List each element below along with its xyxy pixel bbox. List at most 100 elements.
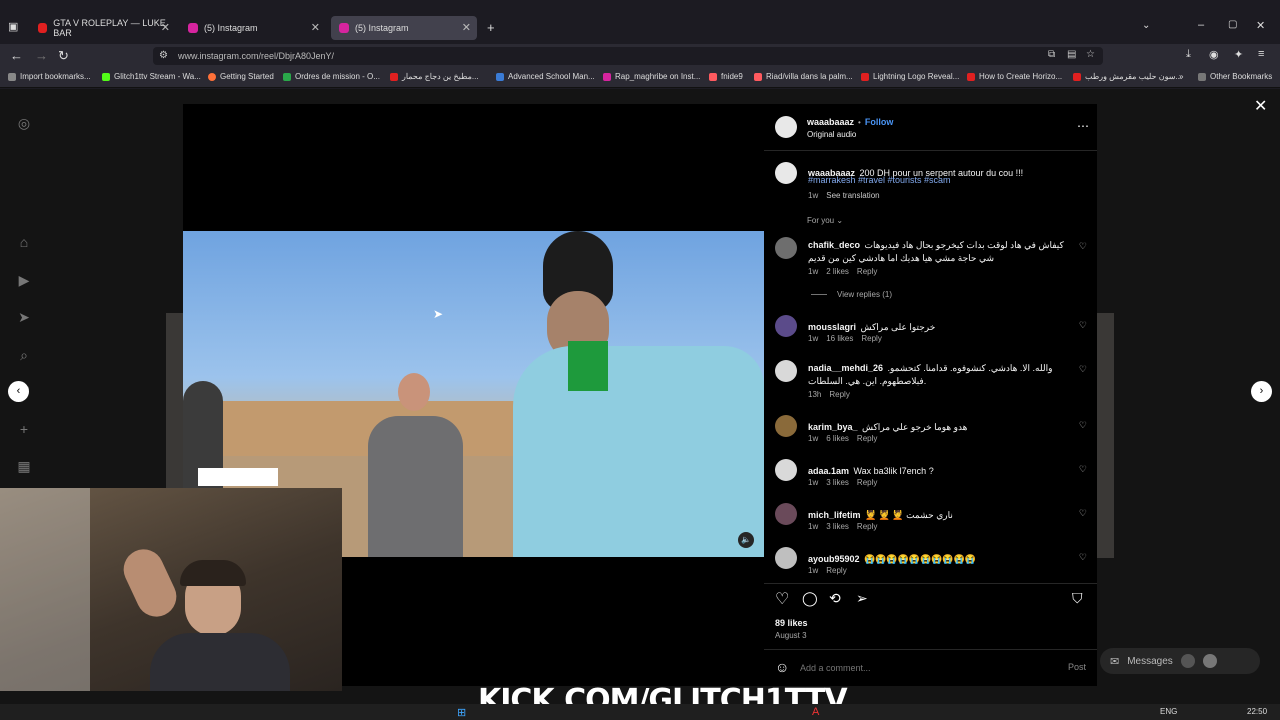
comment-like-icon[interactable]: ♡ (1079, 464, 1087, 475)
new-tab-icon[interactable]: + (487, 20, 495, 35)
next-post-button[interactable]: › (1251, 381, 1272, 402)
comment-like-icon[interactable]: ♡ (1079, 552, 1087, 563)
bookmark-item[interactable]: Import bookmarks... (8, 72, 91, 81)
minimize-icon[interactable]: – (1198, 19, 1204, 31)
post-comment-button[interactable]: Post (1068, 662, 1086, 672)
windows-start-icon[interactable]: ⊞ (457, 706, 466, 719)
reply-button[interactable]: Reply (861, 334, 881, 343)
comment-username[interactable]: adaa.1am (808, 466, 849, 476)
comment-likes[interactable]: 16 likes (826, 334, 853, 343)
forward-icon[interactable]: → (35, 48, 48, 63)
bookmark-item[interactable]: Advanced School Man... (496, 72, 595, 81)
close-icon[interactable]: ✕ (462, 21, 471, 34)
app-icon[interactable]: A (812, 706, 819, 718)
like-icon[interactable]: ♡ (775, 589, 789, 609)
extensions-icon[interactable]: ✦ (1234, 48, 1243, 61)
picture-in-picture-icon[interactable]: ⧉ (1048, 49, 1055, 60)
bookmark-item[interactable]: Getting Started (208, 72, 274, 81)
emoji-icon[interactable]: ☺ (775, 659, 789, 675)
bookmark-item[interactable]: Riad/villa dans la palm... (754, 72, 853, 81)
volume-icon[interactable]: 🔈 (738, 532, 754, 548)
create-icon[interactable]: + (16, 421, 32, 437)
search-icon[interactable]: ⌕ (16, 347, 32, 363)
author-avatar[interactable] (775, 116, 797, 138)
other-bookmarks[interactable]: Other Bookmarks (1198, 72, 1272, 81)
comment-icon[interactable]: ◯ (802, 590, 818, 607)
caption-avatar[interactable] (775, 162, 797, 184)
bookmark-item[interactable]: Rap_maghribe on Inst... (603, 72, 700, 81)
menu-icon[interactable]: ≡ (1258, 48, 1264, 60)
reply-button[interactable]: Reply (857, 522, 877, 531)
chevron-down-icon[interactable]: ⌄ (1142, 20, 1150, 31)
sort-comments[interactable]: For you ⌄ (807, 216, 843, 225)
comment-input[interactable] (800, 660, 1050, 676)
dashboard-icon[interactable]: ▦ (16, 458, 32, 474)
reload-icon[interactable]: ↻ (58, 48, 69, 64)
reply-button[interactable]: Reply (857, 434, 877, 443)
previous-post-button[interactable]: ‹ (8, 381, 29, 402)
more-options-icon[interactable]: ⋯ (1077, 119, 1089, 133)
comment-avatar[interactable] (775, 547, 797, 569)
comment-username[interactable]: mousslagri (808, 322, 856, 332)
comment-like-icon[interactable]: ♡ (1079, 241, 1087, 252)
reader-icon[interactable]: ▤ (1067, 49, 1076, 60)
bookmark-item[interactable]: How to Create Horizo... (967, 72, 1062, 81)
instagram-logo-icon[interactable]: ◎ (16, 115, 32, 131)
comment-avatar[interactable] (775, 315, 797, 337)
bookmark-item[interactable]: fnide9 (709, 72, 743, 81)
save-icon[interactable]: ⛉ (1072, 590, 1083, 607)
comment-likes[interactable]: 3 likes (826, 522, 849, 531)
tab-instagram-1[interactable]: (5) Instagram ✕ (180, 16, 326, 40)
language-indicator[interactable]: ENG (1160, 707, 1177, 716)
tab-list-icon[interactable]: ▣ (8, 20, 18, 33)
comment-avatar[interactable] (775, 415, 797, 437)
likes-count[interactable]: 89 likes (775, 618, 808, 628)
clock[interactable]: 22:50 (1247, 707, 1267, 716)
comment-likes[interactable]: 6 likes (826, 434, 849, 443)
downloads-icon[interactable]: ⤓ (1186, 48, 1191, 61)
comment-like-icon[interactable]: ♡ (1079, 508, 1087, 519)
bookmark-item[interactable]: سون حليب مقرمش ورطب... (1073, 72, 1182, 81)
comment-username[interactable]: karim_bya_ (808, 422, 858, 432)
tab-gta[interactable]: GTA V ROLEPLAY — LUKE BAR ✕ (30, 16, 176, 40)
messages-button[interactable]: ✉ Messages (1100, 648, 1260, 674)
comment-username[interactable]: ayoub95902 (808, 554, 860, 564)
follow-button[interactable]: Follow (865, 117, 894, 127)
back-icon[interactable]: ← (10, 48, 23, 63)
comment-avatar[interactable] (775, 360, 797, 382)
comment-avatar[interactable] (775, 459, 797, 481)
comment-like-icon[interactable]: ♡ (1079, 320, 1087, 331)
comment-username[interactable]: chafik_deco (808, 240, 860, 250)
audio-label[interactable]: Original audio (807, 130, 856, 139)
see-translation-link[interactable]: See translation (826, 191, 879, 200)
reply-button[interactable]: Reply (829, 390, 849, 399)
share-icon[interactable]: ➢ (856, 590, 868, 607)
reels-icon[interactable]: ▶ (16, 272, 32, 288)
repost-icon[interactable]: ⟲ (829, 590, 841, 607)
reply-button[interactable]: Reply (857, 478, 877, 487)
reply-button[interactable]: Reply (826, 566, 846, 575)
view-replies[interactable]: View replies (1) (811, 290, 892, 299)
close-modal-icon[interactable]: ✕ (1254, 96, 1267, 116)
close-icon[interactable]: ✕ (161, 21, 170, 34)
account-icon[interactable]: ◉ (1209, 48, 1219, 61)
maximize-icon[interactable]: ▢ (1228, 19, 1237, 30)
caption-hashtags[interactable]: #marrakesh #travel #tourists #scam (808, 175, 951, 185)
comment-like-icon[interactable]: ♡ (1079, 420, 1087, 431)
comment-likes[interactable]: 3 likes (826, 478, 849, 487)
address-bar[interactable]: ⚙ www.instagram.com/reel/DbjrA80JenY/ ⧉ … (153, 47, 1103, 65)
author-username[interactable]: waaabaaaz (807, 117, 854, 127)
close-icon[interactable]: ✕ (311, 21, 320, 34)
comment-username[interactable]: nadia__mehdi_26 (808, 363, 883, 373)
direct-messages-icon[interactable]: ➤ (16, 309, 32, 325)
more-bookmarks-icon[interactable]: » (1179, 72, 1183, 81)
window-close-icon[interactable]: ✕ (1256, 19, 1265, 32)
url-text[interactable]: www.instagram.com/reel/DbjrA80JenY/ (178, 51, 334, 61)
bookmark-item[interactable]: Glitch1ttv Stream - Wa... (102, 72, 201, 81)
bookmark-star-icon[interactable]: ☆ (1086, 49, 1095, 60)
tab-instagram-active[interactable]: (5) Instagram ✕ (331, 16, 477, 40)
reply-button[interactable]: Reply (857, 267, 877, 276)
comment-avatar[interactable] (775, 237, 797, 259)
comment-username[interactable]: mich_lifetim (808, 510, 861, 520)
bookmark-item[interactable]: Lightning Logo Reveal... (861, 72, 959, 81)
